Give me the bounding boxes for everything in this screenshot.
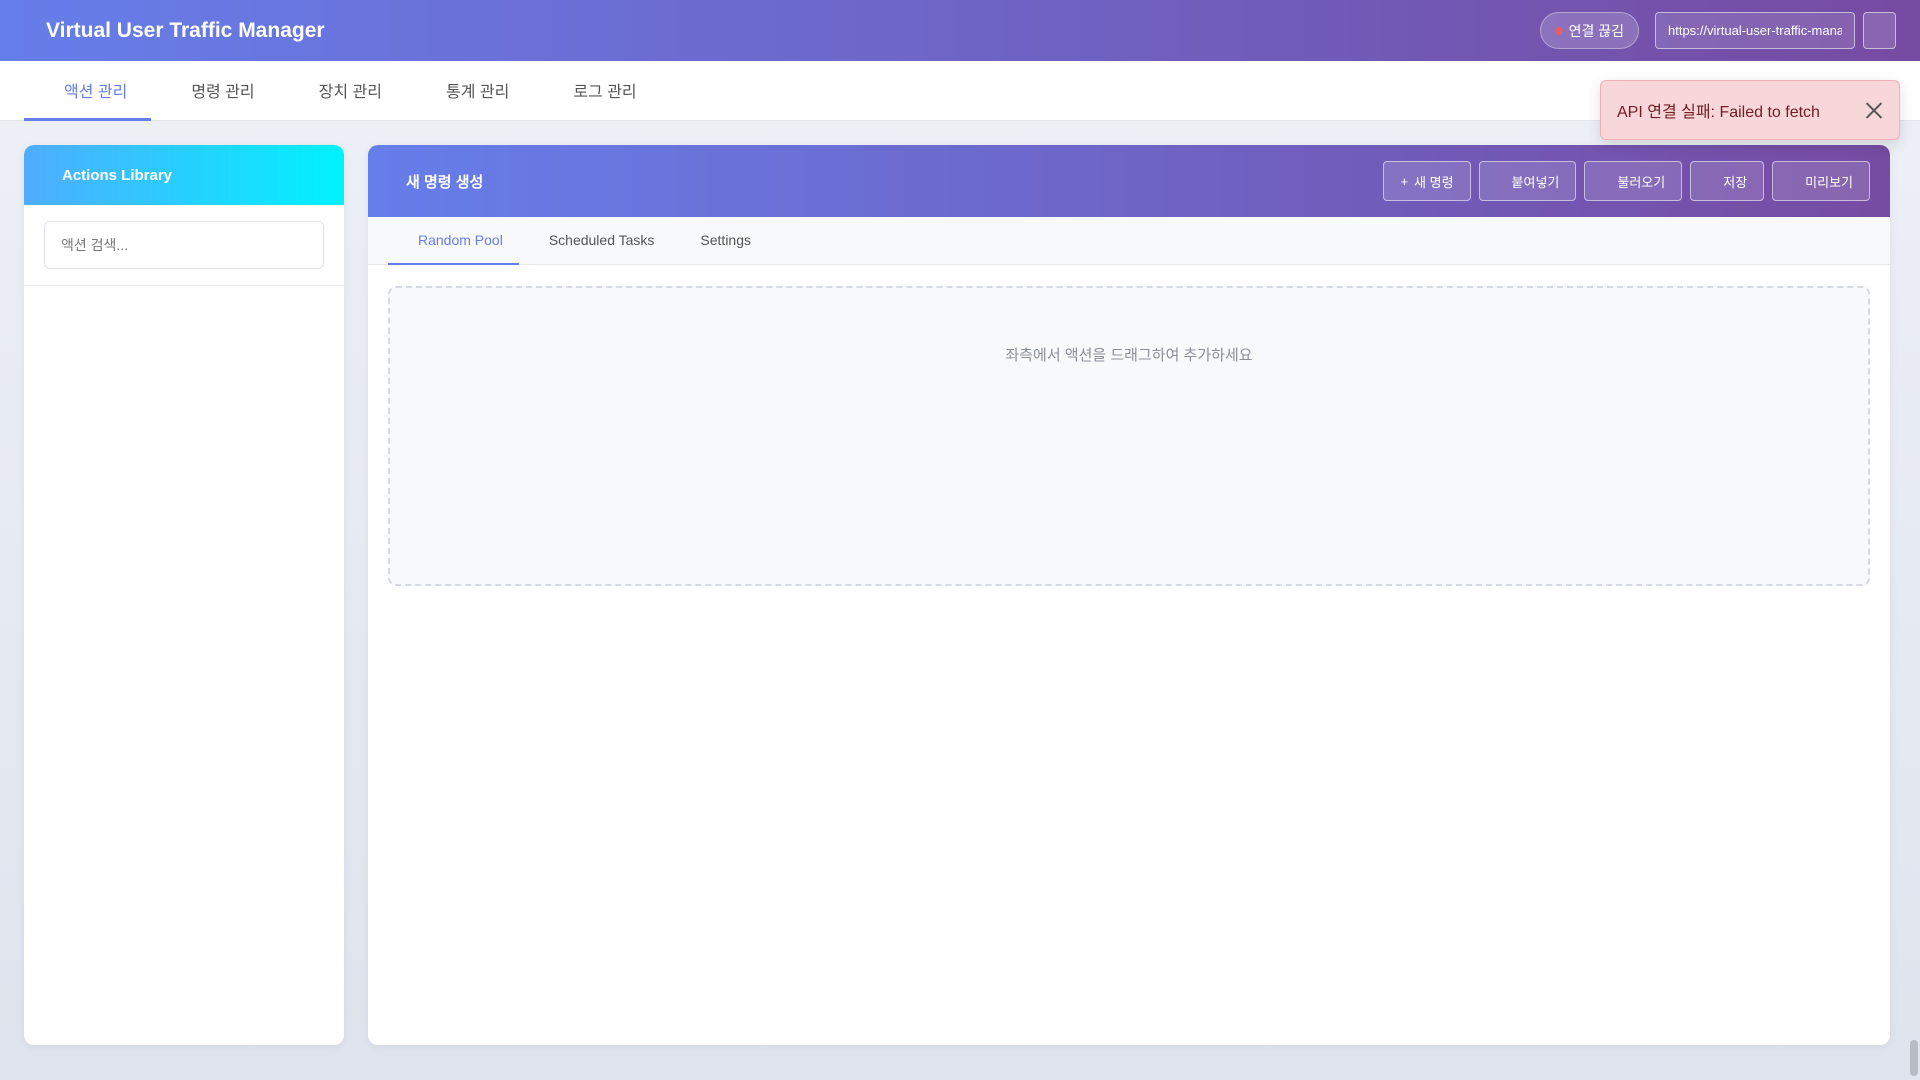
- app-brand: Virtual User Traffic Manager: [24, 19, 325, 43]
- actions-library-panel: Actions Library: [24, 145, 344, 1045]
- app-header: Virtual User Traffic Manager 연결 끊김: [0, 0, 1920, 61]
- editor-tabs: Random Pool Scheduled Tasks Settings: [368, 217, 1890, 265]
- tab-label: 명령 관리: [191, 83, 255, 101]
- tab-label: 장치 관리: [318, 83, 382, 101]
- paste-button[interactable]: 붙여넣기: [1478, 161, 1577, 201]
- status-dot-icon: [1554, 26, 1563, 35]
- header-controls: 연결 끊김: [1539, 12, 1896, 49]
- editor-title-label: 새 명령 생성: [406, 173, 484, 191]
- tab-device-management[interactable]: 장치 관리: [279, 61, 406, 121]
- tab-statistics-management[interactable]: 통계 관리: [406, 61, 533, 121]
- action-dropzone[interactable]: 좌측에서 액션을 드래그하여 추가하세요: [388, 286, 1870, 586]
- tab-command-management[interactable]: 명령 관리: [151, 61, 278, 121]
- button-label: 불러오기: [1617, 174, 1666, 190]
- button-label: 저장: [1723, 174, 1748, 190]
- toast-message: API 연결 실패: Failed to fetch: [1617, 104, 1820, 121]
- command-editor-header: 새 명령 생성 + 새 명령 붙여넣기 불러오기 저장 미리보기: [368, 145, 1890, 217]
- actions-library-title: Actions Library: [62, 166, 173, 184]
- command-editor-panel: 새 명령 생성 + 새 명령 붙여넣기 불러오기 저장 미리보기 Random …: [368, 145, 1890, 1045]
- app-title: Virtual User Traffic Manager: [46, 18, 325, 42]
- tab-label: Scheduled Tasks: [548, 232, 655, 248]
- tab-scheduled-tasks[interactable]: Scheduled Tasks: [519, 217, 671, 265]
- save-button[interactable]: 저장: [1690, 161, 1765, 201]
- tab-label: Settings: [700, 232, 752, 248]
- actions-library-header: Actions Library: [24, 145, 344, 205]
- close-icon[interactable]: [1865, 101, 1883, 119]
- tab-label: 액션 관리: [64, 83, 128, 101]
- new-command-button[interactable]: + 새 명령: [1383, 161, 1471, 201]
- scrollbar-thumb[interactable]: [1910, 1040, 1918, 1076]
- preview-button[interactable]: 미리보기: [1772, 161, 1870, 201]
- tab-log-management[interactable]: 로그 관리: [533, 61, 660, 121]
- error-toast: API 연결 실패: Failed to fetch: [1600, 80, 1900, 140]
- tab-random-pool[interactable]: Random Pool: [388, 217, 519, 265]
- tab-label: Random Pool: [418, 232, 503, 248]
- page-scrollbar[interactable]: [1908, 61, 1920, 1080]
- dropzone-hint: 좌측에서 액션을 드래그하여 추가하세요: [1005, 347, 1253, 364]
- button-label: 새 명령: [1414, 174, 1454, 190]
- button-label: 붙여넣기: [1511, 174, 1560, 190]
- tab-settings[interactable]: Settings: [670, 217, 767, 265]
- connection-status-label: 연결 끊김: [1568, 22, 1624, 39]
- plus-icon: +: [1400, 173, 1409, 189]
- server-url-input[interactable]: [1655, 12, 1855, 49]
- action-search-input[interactable]: [44, 221, 324, 269]
- button-label: 미리보기: [1805, 174, 1853, 190]
- tab-label: 로그 관리: [573, 83, 637, 101]
- editor-toolbar: + 새 명령 붙여넣기 불러오기 저장 미리보기: [1383, 161, 1870, 201]
- tab-action-management[interactable]: 액션 관리: [24, 61, 152, 121]
- action-search-wrap: [24, 205, 344, 286]
- load-button[interactable]: 불러오기: [1584, 161, 1683, 201]
- connection-status-badge: 연결 끊김: [1539, 12, 1639, 49]
- tab-label: 통계 관리: [445, 83, 510, 101]
- command-editor-title: 새 명령 생성: [388, 171, 483, 192]
- connect-button[interactable]: [1863, 12, 1896, 49]
